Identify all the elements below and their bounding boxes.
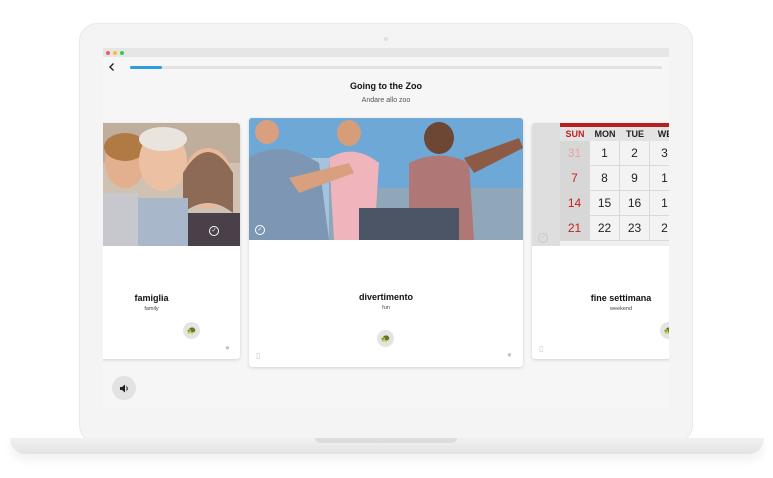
card-word: famiglia — [134, 293, 169, 303]
calendar-day: 23 — [620, 216, 650, 241]
minimize-window-icon[interactable] — [113, 51, 117, 55]
friends-jumping-photo — [249, 118, 523, 240]
progress-fill — [130, 66, 162, 69]
check-circle-icon: ✓ — [209, 226, 219, 236]
laptop-mockup: Going to the Zoo Andare allo zoo ✓ famig… — [0, 0, 773, 478]
webcam — [384, 37, 388, 41]
family-photo — [103, 123, 240, 246]
calendar-photo: SUN MON TUE WE 31 1 2 3 7 8 9 — [532, 123, 669, 246]
card-translation: weekend — [609, 306, 633, 312]
window-chrome — [103, 48, 669, 57]
calendar-header: MON — [594, 129, 616, 139]
calendar-day: 15 — [590, 191, 620, 216]
laptop-notch — [315, 438, 457, 443]
calendar-day: 7 — [560, 166, 590, 191]
calendar-day: 1 — [590, 141, 620, 166]
bookmark-icon[interactable]: ▯ — [256, 351, 260, 360]
person-icon[interactable]: ● — [225, 343, 230, 352]
calendar-image: SUN MON TUE WE 31 1 2 3 7 8 9 — [560, 123, 669, 246]
close-window-icon[interactable] — [106, 51, 110, 55]
flashcard-weekend[interactable]: SUN MON TUE WE 31 1 2 3 7 8 9 — [532, 123, 669, 359]
calendar-day: 16 — [620, 191, 650, 216]
lesson-title: Going to the Zoo — [350, 81, 422, 91]
chevron-left-icon — [109, 63, 114, 71]
card-translation: fun — [382, 305, 390, 311]
calendar-header: TUE — [626, 129, 644, 139]
calendar-day: 8 — [590, 166, 620, 191]
back-button[interactable] — [107, 62, 119, 74]
person-icon[interactable]: ● — [507, 350, 512, 359]
bookmark-icon[interactable]: ▯ — [539, 344, 543, 353]
calendar-day: 31 — [560, 141, 590, 166]
slow-audio-button[interactable]: 🐢 — [183, 322, 200, 339]
card-translation: family — [144, 306, 159, 312]
flashcard-fun[interactable]: ✓ divertimento fun 🐢 ▯ ● — [249, 118, 523, 367]
calendar-day: 2 — [620, 141, 650, 166]
calendar-day: 21 — [560, 216, 590, 241]
turtle-icon: 🐢 — [380, 334, 391, 343]
slow-audio-button[interactable]: 🐢 — [660, 322, 669, 339]
maximize-window-icon[interactable] — [120, 51, 124, 55]
turtle-icon: 🐢 — [663, 326, 669, 335]
calendar-header: SUN — [565, 129, 585, 139]
calendar-day: 9 — [620, 166, 650, 191]
turtle-icon: 🐢 — [186, 326, 197, 335]
calendar-day: 14 — [560, 191, 590, 216]
calendar-day: 1 — [650, 166, 669, 191]
card-word: divertimento — [358, 292, 413, 302]
lesson-subtitle: Andare allo zoo — [361, 97, 411, 104]
check-circle-icon: ✓ — [255, 225, 265, 235]
calendar-header: WE — [657, 129, 669, 139]
app-screen: Going to the Zoo Andare allo zoo ✓ famig… — [103, 48, 669, 408]
flashcard-family[interactable]: ✓ famiglia family 🐢 ● — [103, 123, 240, 359]
play-audio-button[interactable] — [112, 376, 136, 400]
calendar-day: 3 — [650, 141, 669, 166]
calendar-day: 2 — [650, 216, 669, 241]
check-circle-icon: ✓ — [538, 233, 548, 243]
speaker-icon — [119, 384, 128, 392]
lesson-progress-bar — [130, 66, 662, 69]
calendar-day: 22 — [590, 216, 620, 241]
card-word: fine settimana — [590, 293, 652, 303]
slow-audio-button[interactable]: 🐢 — [377, 330, 394, 347]
calendar-day: 1 — [650, 191, 669, 216]
